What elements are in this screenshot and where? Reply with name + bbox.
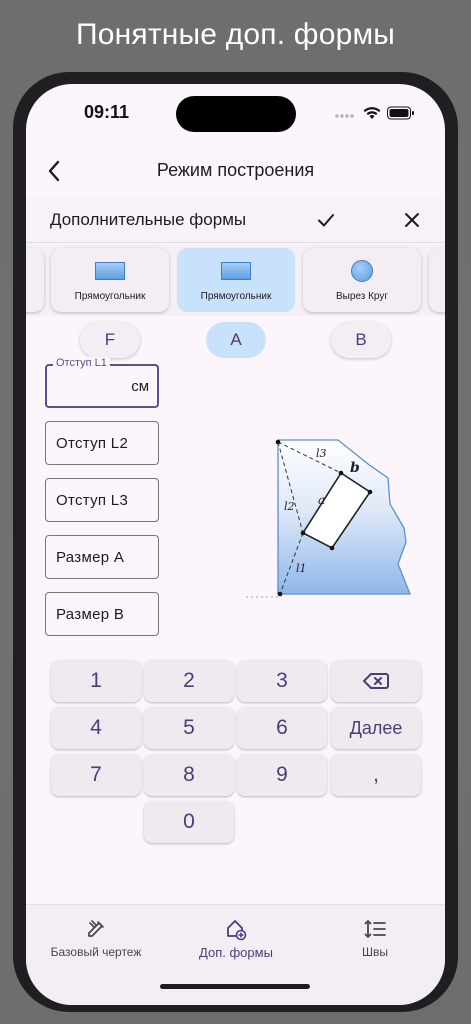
home-indicator — [160, 984, 310, 989]
diagram-label-b: b — [350, 460, 360, 476]
shape-card-rectangle-selected[interactable]: Прямоугольник — [177, 248, 295, 312]
rectangle-icon — [221, 262, 251, 280]
nav-label: Базовый чертеж — [50, 945, 142, 959]
offset-l3-field[interactable]: Отступ L3 — [45, 478, 159, 522]
status-time: 09:11 — [84, 102, 130, 122]
diagram-label-l1: l1 — [296, 562, 307, 575]
wifi-icon — [363, 106, 381, 125]
nav-additional-shapes[interactable]: Доп. формы — [166, 917, 306, 960]
tab-b[interactable]: B — [331, 322, 391, 358]
dynamic-island — [176, 96, 296, 132]
key-0[interactable]: 0 — [144, 801, 234, 843]
shape-card-rectangle[interactable]: Прямоугольник — [51, 248, 169, 312]
shape-label: Прямоугольник — [74, 291, 146, 302]
diagram-label-a: a — [318, 493, 325, 507]
check-icon — [318, 214, 334, 227]
key-5[interactable]: 5 — [144, 707, 234, 749]
close-icon — [405, 213, 419, 227]
shape-card-circle-cutout[interactable]: Вырез Круг — [303, 248, 421, 312]
field-placeholder: Отступ L2 — [56, 435, 129, 452]
diagram-label-l2: l2 — [284, 500, 295, 513]
key-6[interactable]: 6 — [237, 707, 327, 749]
seams-icon — [363, 917, 387, 941]
backspace-key[interactable] — [331, 660, 421, 702]
offset-l2-field[interactable]: Отступ L2 — [45, 421, 159, 465]
size-b-field[interactable]: Размер B — [45, 592, 159, 636]
shape-label: Вырез Круг — [335, 291, 389, 302]
nav-label: Доп. формы — [199, 945, 273, 960]
signal-icon — [335, 107, 357, 125]
unit-label: см — [131, 378, 149, 395]
pencil-ruler-icon — [84, 917, 108, 941]
size-a-field[interactable]: Размер A — [45, 535, 159, 579]
shape-label: Прямоугольник — [200, 291, 272, 302]
confirm-button[interactable] — [314, 208, 338, 232]
navigation-bar: Режим построения — [26, 148, 445, 194]
next-key[interactable]: Далее — [331, 707, 421, 749]
bottom-navigation: Базовый чертеж Доп. формы Швы — [26, 904, 445, 1005]
tab-f[interactable]: F — [80, 322, 140, 358]
status-icons — [335, 106, 415, 125]
circle-icon — [351, 260, 373, 282]
shape-card-partial-right[interactable] — [429, 248, 445, 312]
nav-seams[interactable]: Швы — [305, 917, 445, 959]
key-9[interactable]: 9 — [237, 754, 327, 796]
battery-icon — [387, 106, 415, 125]
field-placeholder: Размер A — [56, 549, 125, 566]
key-1[interactable]: 1 — [51, 660, 141, 702]
field-placeholder: Отступ L3 — [56, 492, 129, 509]
diagram-label-l3: l3 — [316, 447, 327, 460]
sheet-header: Дополнительные формы — [26, 198, 445, 243]
key-7[interactable]: 7 — [51, 754, 141, 796]
close-button[interactable] — [400, 208, 424, 232]
key-3[interactable]: 3 — [237, 660, 327, 702]
key-2[interactable]: 2 — [144, 660, 234, 702]
nav-base-drawing[interactable]: Базовый чертеж — [26, 917, 166, 959]
backspace-icon — [363, 673, 389, 690]
shape-selector: Прямоугольник Прямоугольник Вырез Круг — [26, 244, 445, 316]
shape-card-partial-left[interactable] — [26, 248, 44, 312]
offset-l1-field[interactable]: Отступ L1 см — [45, 357, 159, 408]
field-placeholder: Размер B — [56, 606, 125, 623]
cutout-diagram: l3 b a l2 l1 — [246, 439, 411, 598]
key-8[interactable]: 8 — [144, 754, 234, 796]
key-4[interactable]: 4 — [51, 707, 141, 749]
add-shape-icon — [224, 917, 248, 941]
page-title: Режим построения — [156, 160, 315, 180]
sheet-title: Дополнительные формы — [50, 210, 247, 229]
comma-key[interactable]: , — [331, 754, 421, 796]
promo-title: Понятные доп. формы — [75, 18, 396, 51]
app-screen: 09:11 Режим построения Дополнительные фо… — [26, 84, 445, 1005]
tab-a[interactable]: A — [206, 322, 266, 358]
rectangle-icon — [95, 262, 125, 280]
nav-label: Швы — [362, 945, 388, 959]
offset-l1-label: Отступ L1 — [53, 357, 110, 369]
